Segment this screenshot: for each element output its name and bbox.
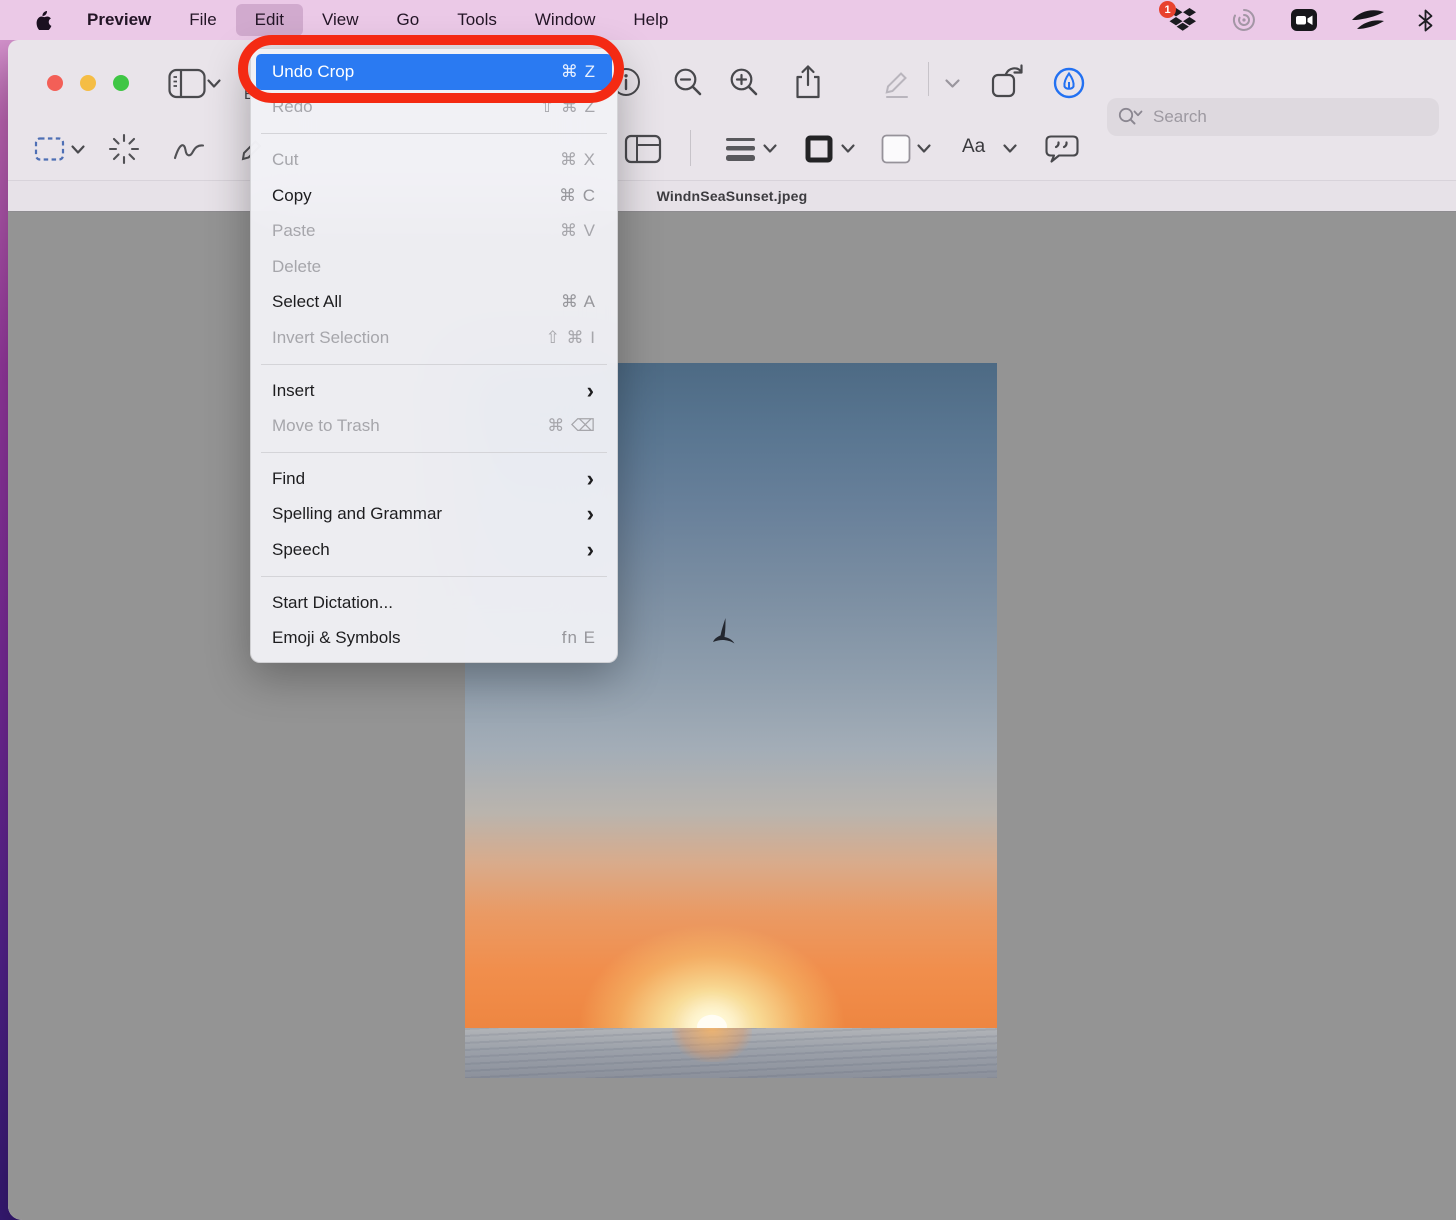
menu-item-copy[interactable]: Copy⌘ C [251, 178, 617, 214]
toolbar-divider [928, 62, 929, 96]
desktop-wallpaper: PreviewFileEditViewGoToolsWindowHelp 1 [0, 0, 1456, 1220]
menubar-item-preview[interactable]: Preview [68, 4, 170, 36]
menu-item-label: Cut [272, 150, 560, 170]
selection-chevron-down-icon[interactable] [70, 144, 86, 155]
close-button[interactable] [47, 75, 63, 91]
preview-window: E [8, 40, 1456, 1220]
markup-pen-icon[interactable] [1052, 66, 1086, 100]
menu-item-label: Move to Trash [272, 416, 547, 436]
system-menu-bar: PreviewFileEditViewGoToolsWindowHelp 1 [0, 0, 1456, 40]
text-style-chevron-icon[interactable] [1002, 143, 1018, 154]
menu-item-shortcut: ⇧ ⌘ I [546, 328, 596, 348]
line-weight-chevron-icon[interactable] [762, 143, 778, 154]
bluetooth-icon[interactable] [1418, 9, 1434, 32]
menu-item-paste[interactable]: Paste⌘ V [251, 213, 617, 249]
menubar-item-help[interactable]: Help [614, 4, 687, 36]
sun-reflection [672, 1028, 752, 1062]
chevron-down-icon[interactable] [944, 78, 961, 89]
sidebar-chevron-down-icon[interactable] [206, 78, 222, 89]
menu-item-select-all[interactable]: Select All⌘ A [251, 285, 617, 321]
line-weight-icon[interactable] [724, 135, 758, 163]
menu-item-label: Start Dictation... [272, 593, 596, 613]
menu-item-shortcut: ⌘ ⌫ [547, 416, 596, 436]
edit-dropdown-menu: Undo Crop⌘ ZRedo⇧ ⌘ ZCut⌘ XCopy⌘ CPaste⌘… [250, 48, 618, 663]
border-color-icon[interactable] [804, 134, 834, 164]
menu-item-label: Speech [272, 540, 587, 560]
menu-item-find[interactable]: Find› [251, 461, 617, 497]
text-style-icon[interactable]: Aa [962, 136, 985, 158]
menu-item-label: Delete [272, 257, 596, 277]
menu-item-label: Copy [272, 186, 559, 206]
menubar-item-tools[interactable]: Tools [438, 4, 516, 36]
markup-toolbar-divider [690, 130, 691, 166]
menu-item-invert-selection[interactable]: Invert Selection⇧ ⌘ I [251, 320, 617, 356]
apple-menu-icon[interactable] [32, 10, 54, 30]
menubar-item-go[interactable]: Go [378, 4, 439, 36]
menubar-item-window[interactable]: Window [516, 4, 614, 36]
share-icon[interactable] [794, 64, 822, 100]
menu-item-shortcut: fn E [562, 628, 596, 648]
menu-item-spelling-and-grammar[interactable]: Spelling and Grammar› [251, 497, 617, 533]
menu-separator [261, 364, 607, 365]
dropbox-notification-badge: 1 [1159, 1, 1176, 18]
sketch-icon[interactable] [172, 138, 206, 162]
menu-item-delete[interactable]: Delete [251, 249, 617, 285]
menu-item-shortcut: ⌘ A [561, 292, 596, 312]
rotate-left-icon[interactable] [990, 64, 1028, 100]
menubar-items: PreviewFileEditViewGoToolsWindowHelp [68, 0, 687, 40]
menubar-item-file[interactable]: File [170, 4, 235, 36]
sidebar-icon[interactable] [168, 68, 208, 100]
zoom-camera-icon[interactable] [1290, 8, 1318, 32]
menubar-item-view[interactable]: View [303, 4, 378, 36]
annotate-bubble-icon[interactable] [1044, 134, 1080, 164]
menu-separator [261, 133, 607, 134]
menu-item-label: Find [272, 469, 587, 489]
dropbox-icon[interactable]: 1 [1168, 7, 1198, 33]
menu-item-label: Insert [272, 381, 587, 401]
menu-item-move-to-trash[interactable]: Move to Trash⌘ ⌫ [251, 408, 617, 444]
menu-item-label: Paste [272, 221, 560, 241]
focus-spiral-icon[interactable] [1231, 7, 1257, 33]
markup-pencil-icon[interactable] [880, 66, 914, 100]
ocean [465, 1028, 997, 1078]
menu-item-start-dictation[interactable]: Start Dictation... [251, 585, 617, 621]
annotation-red-ellipse [238, 35, 624, 103]
menu-item-label: Emoji & Symbols [272, 628, 562, 648]
zoom-out-icon[interactable] [672, 66, 704, 98]
markup-toolbar: Aa [8, 116, 1456, 180]
menu-item-label: Select All [272, 292, 561, 312]
border-color-chevron-icon[interactable] [840, 143, 856, 154]
selection-tool-icon[interactable] [34, 136, 66, 162]
fill-color-icon[interactable] [880, 133, 912, 165]
menu-item-insert[interactable]: Insert› [251, 373, 617, 409]
menu-item-shortcut: ⌘ X [560, 150, 596, 170]
zoom-in-icon[interactable] [728, 66, 760, 98]
instant-alpha-wand-icon[interactable] [108, 133, 140, 165]
fill-color-chevron-icon[interactable] [916, 143, 932, 154]
document-filename: WindnSeaSunset.jpeg [657, 188, 808, 204]
feather-icon[interactable] [1351, 9, 1385, 31]
document-canvas [8, 212, 1456, 1220]
submenu-chevron-icon: › [587, 503, 594, 525]
menu-item-label: Invert Selection [272, 328, 546, 348]
status-icons: 1 [1168, 7, 1434, 33]
fullscreen-button[interactable] [113, 75, 129, 91]
menu-item-shortcut: ⌘ V [560, 221, 596, 241]
menu-item-label: Spelling and Grammar [272, 504, 587, 524]
layout-frame-icon[interactable] [624, 134, 662, 164]
tab-bar[interactable]: WindnSeaSunset.jpeg [8, 180, 1456, 212]
menu-item-speech[interactable]: Speech› [251, 532, 617, 568]
menu-separator [261, 576, 607, 577]
bird-silhouette [712, 618, 742, 648]
menubar-item-edit[interactable]: Edit [236, 4, 303, 36]
menu-item-shortcut: ⌘ C [559, 186, 596, 206]
menu-item-cut[interactable]: Cut⌘ X [251, 142, 617, 178]
submenu-chevron-icon: › [587, 468, 594, 490]
submenu-chevron-icon: › [587, 539, 594, 561]
menu-item-emoji-symbols[interactable]: Emoji & Symbolsfn E [251, 620, 617, 656]
submenu-chevron-icon: › [587, 380, 594, 402]
minimize-button[interactable] [80, 75, 96, 91]
menu-separator [261, 452, 607, 453]
title-toolbar: E [8, 40, 1456, 116]
